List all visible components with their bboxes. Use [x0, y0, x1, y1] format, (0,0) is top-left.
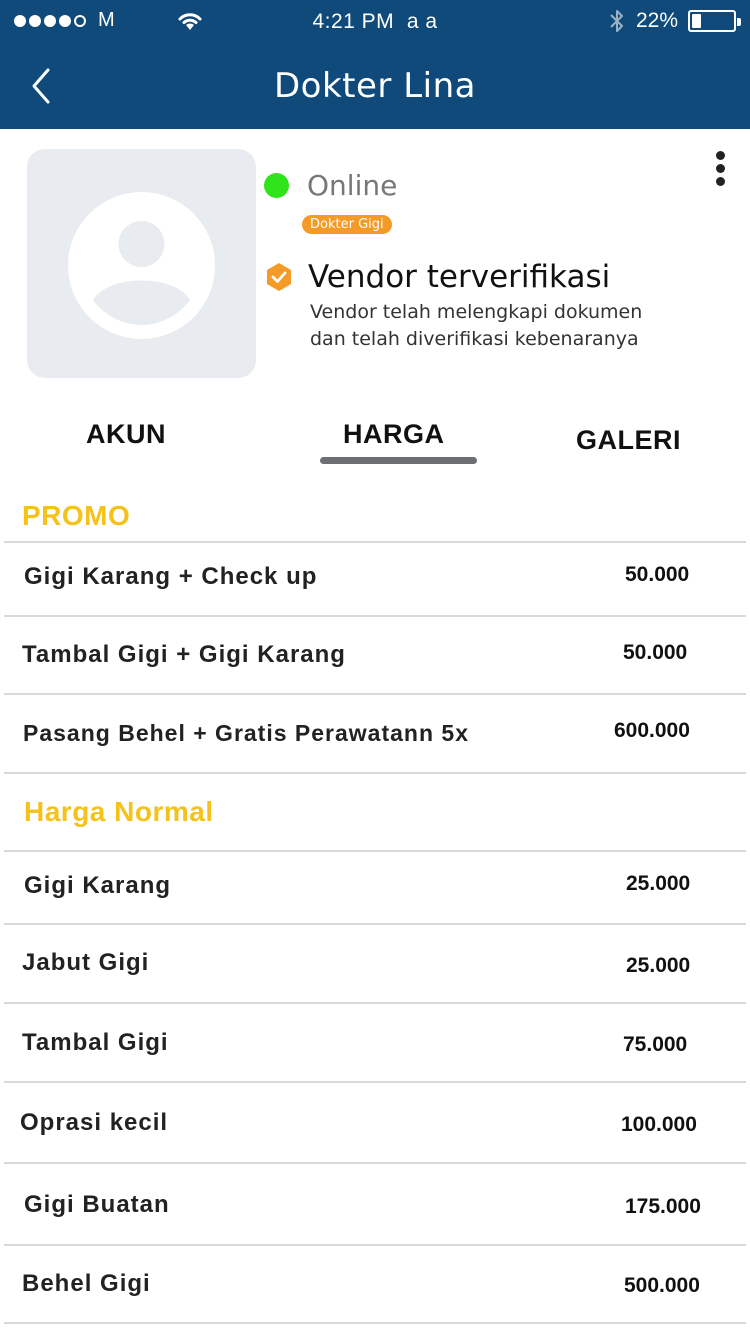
service-name: Oprasi kecil	[20, 1109, 169, 1136]
service-price: 175.000	[625, 1195, 701, 1218]
status-right: 22%	[608, 8, 741, 34]
service-price: 50.000	[625, 563, 690, 586]
service-name: Tambal Gigi + Gigi Karang	[22, 641, 346, 668]
active-tab-indicator	[320, 457, 477, 464]
price-row[interactable]: Jabut Gigi 25.000	[4, 923, 746, 1003]
service-name: Pasang Behel + Gratis Perawatann 5x	[23, 720, 469, 746]
service-price: 600.000	[614, 719, 690, 742]
service-price: 75.000	[623, 1033, 688, 1056]
tab-bar: AKUN HARGA GALERI	[0, 405, 750, 475]
price-row[interactable]: Oprasi kecil 100.000	[4, 1081, 746, 1163]
promo-section-title: PROMO	[22, 500, 131, 531]
service-name: Gigi Buatan	[24, 1191, 170, 1218]
price-row[interactable]: Gigi Karang 25.000	[4, 850, 746, 924]
service-price: 50.000	[623, 641, 688, 664]
service-price: 25.000	[626, 872, 691, 895]
status-bar: M 4:21 PM a a 22%	[0, 0, 750, 44]
service-name: Behel Gigi	[22, 1270, 151, 1297]
online-dot-icon	[264, 173, 289, 198]
tab-akun[interactable]: AKUN	[86, 419, 166, 450]
verified-check-icon	[267, 263, 291, 291]
tab-galeri[interactable]: GALERI	[576, 425, 681, 456]
service-price: 25.000	[626, 954, 691, 977]
price-row[interactable]: Gigi Buatan 175.000	[4, 1162, 746, 1245]
nav-bar: Dokter Lina	[0, 44, 750, 129]
category-badge: Dokter Gigi	[302, 215, 392, 234]
tab-harga[interactable]: HARGA	[343, 419, 445, 450]
price-row[interactable]: Tambal Gigi 75.000	[4, 1002, 746, 1082]
online-status: Online	[264, 169, 397, 202]
vendor-profile: Online Dokter Gigi Vendor terverifikasi …	[0, 129, 750, 391]
avatar	[27, 149, 256, 378]
battery-icon	[688, 10, 741, 32]
bluetooth-icon	[610, 10, 623, 32]
divider	[4, 772, 746, 774]
price-row[interactable]: Pasang Behel + Gratis Perawatann 5x 600.…	[4, 693, 746, 773]
service-name: Jabut Gigi	[22, 949, 150, 976]
price-row[interactable]: Behel Gigi 500.000	[4, 1244, 746, 1324]
page-title: Dokter Lina	[274, 66, 476, 106]
service-price: 100.000	[621, 1113, 697, 1136]
app-header: M 4:21 PM a a 22% Dokter Lina	[0, 0, 750, 129]
service-name: Tambal Gigi	[22, 1029, 169, 1056]
online-label: Online	[307, 169, 398, 202]
normal-section-title: Harga Normal	[24, 796, 214, 827]
verified-description: Vendor telah melengkapi dokumen dan tela…	[310, 301, 643, 350]
battery-percent: 22%	[635, 9, 678, 32]
verified-title: Vendor terverifikasi	[308, 259, 611, 295]
service-name: Gigi Karang + Check up	[24, 563, 318, 590]
user-placeholder-icon	[68, 192, 215, 339]
service-price: 500.000	[624, 1274, 700, 1297]
price-row[interactable]: Tambal Gigi + Gigi Karang 50.000	[4, 615, 746, 694]
service-name: Gigi Karang	[24, 872, 172, 899]
verified-status: Vendor terverifikasi	[264, 259, 610, 295]
more-options-icon[interactable]	[712, 151, 728, 187]
price-row[interactable]: Gigi Karang + Check up 50.000	[4, 541, 746, 616]
